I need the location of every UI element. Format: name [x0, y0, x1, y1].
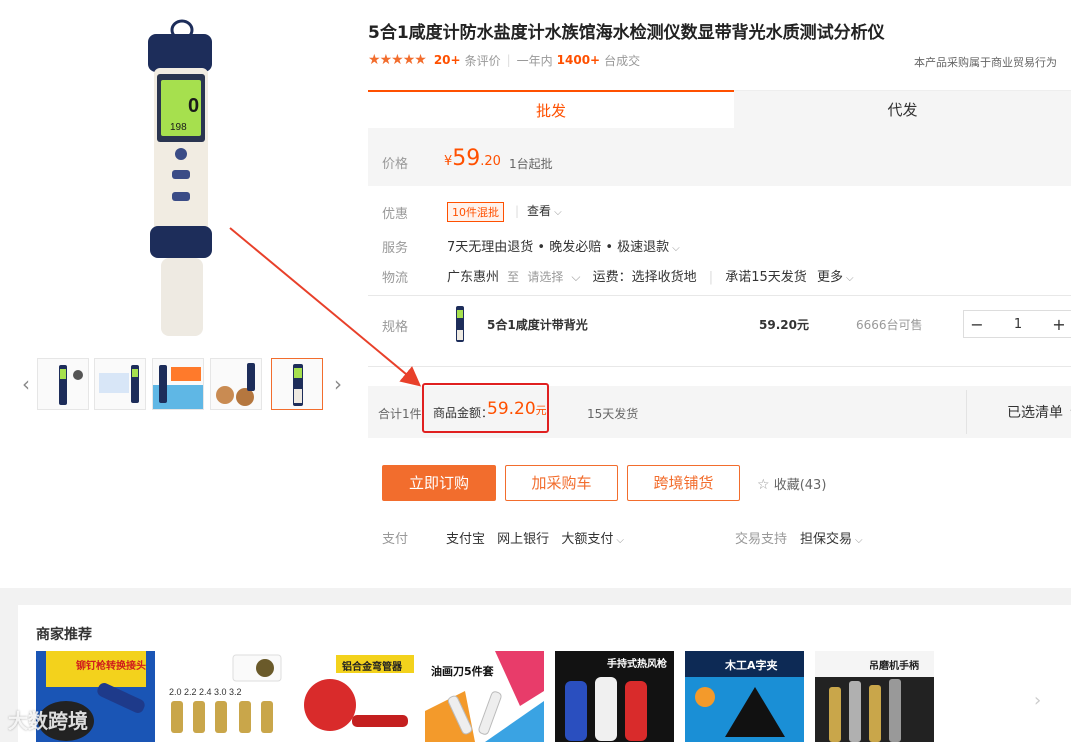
review-label[interactable]: 条评价 — [465, 52, 501, 69]
promo-view[interactable]: | 查看 ⌵ — [515, 202, 562, 219]
rating-stars-icon: ★★★★★ — [368, 52, 427, 68]
svg-text:2.0 2.2 2.4 3.0 3.2: 2.0 2.2 2.4 3.0 3.2 — [169, 687, 242, 697]
pay-large[interactable]: 大额支付 — [561, 532, 613, 547]
thumb-prev-icon[interactable]: ‹ — [18, 356, 34, 412]
spec-stock: 6666台可售 — [856, 318, 923, 332]
quantity-input[interactable]: 1 — [990, 317, 1046, 332]
divider — [368, 366, 1071, 367]
freight: 运费：选择收货地 — [592, 270, 697, 285]
service-label: 服务 — [382, 241, 409, 256]
recommend-card[interactable]: 木工A字夹 — [685, 651, 804, 742]
star-outline-icon: ☆ — [757, 477, 770, 493]
review-count[interactable]: 20+ — [434, 53, 461, 67]
logistics-label: 物流 — [382, 271, 409, 286]
highlight-box — [422, 383, 549, 433]
recommend-card[interactable]: 吊磨机手柄 — [815, 651, 934, 742]
trade-support-label: 交易支持 — [735, 532, 788, 547]
recommend-card[interactable]: 2.0 2.2 2.4 3.0 3.2 — [165, 651, 284, 742]
thumbnail[interactable] — [210, 358, 262, 410]
purchase-tabs: 批发 代发 — [368, 90, 1071, 128]
main-product-image: 0 198 — [110, 14, 260, 344]
chevron-down-icon: ⌵ — [554, 207, 562, 218]
quantity-stepper: − 1 + — [963, 310, 1071, 338]
thumb-next-icon[interactable]: › — [330, 356, 346, 412]
price-value: ¥59.20 — [444, 146, 501, 171]
pay-netbank: 网上银行 — [497, 532, 550, 547]
payment-label: 支付 — [382, 532, 409, 547]
promo-label: 优惠 — [382, 207, 409, 222]
trade-note: 本产品采购属于商业贸易行为 — [914, 56, 1057, 69]
rating-row: ★★★★★ 20+ 条评价 | 一年内 1400+ 台成交 — [368, 51, 640, 69]
recommend-title: 商家推荐 — [36, 627, 92, 643]
ship-days: 15天发货 — [587, 407, 639, 421]
origin: 广东惠州 — [447, 270, 500, 285]
price-label: 价格 — [382, 157, 409, 172]
watermark: 大数跨境 — [8, 709, 88, 733]
deal-count: 1400+ — [556, 53, 601, 67]
increase-button[interactable]: + — [1046, 315, 1071, 334]
total-count: 合计1件 — [378, 407, 422, 421]
spec-name: 5合1咸度计带背光 — [487, 318, 588, 332]
year-label: 一年内 — [516, 53, 553, 68]
tab-wholesale[interactable]: 批发 — [368, 90, 734, 128]
divider: | — [506, 53, 511, 67]
recommend-card[interactable]: 油画刀5件套 — [425, 651, 544, 742]
chevron-down-icon: ⌵ — [672, 243, 680, 254]
add-to-cart-button[interactable]: 加采购车 — [505, 465, 618, 501]
min-order: 1台起批 — [509, 157, 553, 171]
svg-text:0: 0 — [188, 95, 199, 117]
chevron-down-icon[interactable]: ⌵ — [616, 535, 624, 546]
pay-alipay: 支付宝 — [446, 532, 486, 547]
svg-text:198: 198 — [170, 122, 187, 133]
recommend-card[interactable]: 铝合金弯管器 — [296, 651, 415, 742]
divider — [368, 295, 1071, 296]
thumbnail-strip: ‹ › — [18, 356, 346, 414]
thumbnail[interactable] — [94, 358, 146, 410]
deal-unit: 台成交 — [604, 53, 641, 68]
recommend-card[interactable]: 手持式热风枪 — [555, 651, 674, 742]
decrease-button[interactable]: − — [964, 315, 990, 334]
destination-select[interactable]: 请选择 — [527, 270, 563, 284]
selected-list-toggle[interactable]: 已选清单^ — [966, 390, 1071, 434]
buy-now-button[interactable]: 立即订购 — [382, 465, 496, 501]
service-text[interactable]: 7天无理由退货 • 晚发必赔 • 极速退款 ⌵ — [447, 236, 680, 255]
product-title: 5合1咸度计防水盐度计水族馆海水检测仪数显带背光水质测试分析仪 — [368, 23, 885, 43]
ship-promise: 承诺15天发货 — [725, 270, 807, 285]
cross-border-button[interactable]: 跨境铺货 — [627, 465, 740, 501]
trade-support-value[interactable]: 担保交易 ⌵ — [800, 528, 863, 547]
spec-price: 59.20元 — [759, 318, 809, 332]
thumbnail-active[interactable] — [271, 358, 323, 410]
logistics-row: 广东惠州 至 请选择 ⌵ 运费：选择收货地 | 承诺15天发货 更多 ⌵ — [447, 270, 854, 285]
promo-tag: 10件混批 — [447, 202, 504, 222]
spec-thumbnail — [453, 306, 467, 342]
payment-methods: 支付宝 网上银行 大额支付 ⌵ — [446, 528, 624, 547]
recommend-next-icon[interactable]: › — [1034, 690, 1041, 711]
tab-dropship[interactable]: 代发 — [734, 90, 1071, 128]
thumbnail[interactable] — [152, 358, 204, 410]
thumbnail[interactable] — [37, 358, 89, 410]
favorite-button[interactable]: ☆ 收藏(43) — [757, 474, 826, 493]
chevron-down-icon[interactable]: ⌵ — [846, 273, 854, 284]
more-link[interactable]: 更多 — [817, 270, 843, 285]
chevron-down-icon: ⌵ — [855, 535, 863, 546]
spec-label: 规格 — [382, 320, 409, 335]
chevron-down-icon[interactable]: ⌵ — [571, 270, 580, 284]
